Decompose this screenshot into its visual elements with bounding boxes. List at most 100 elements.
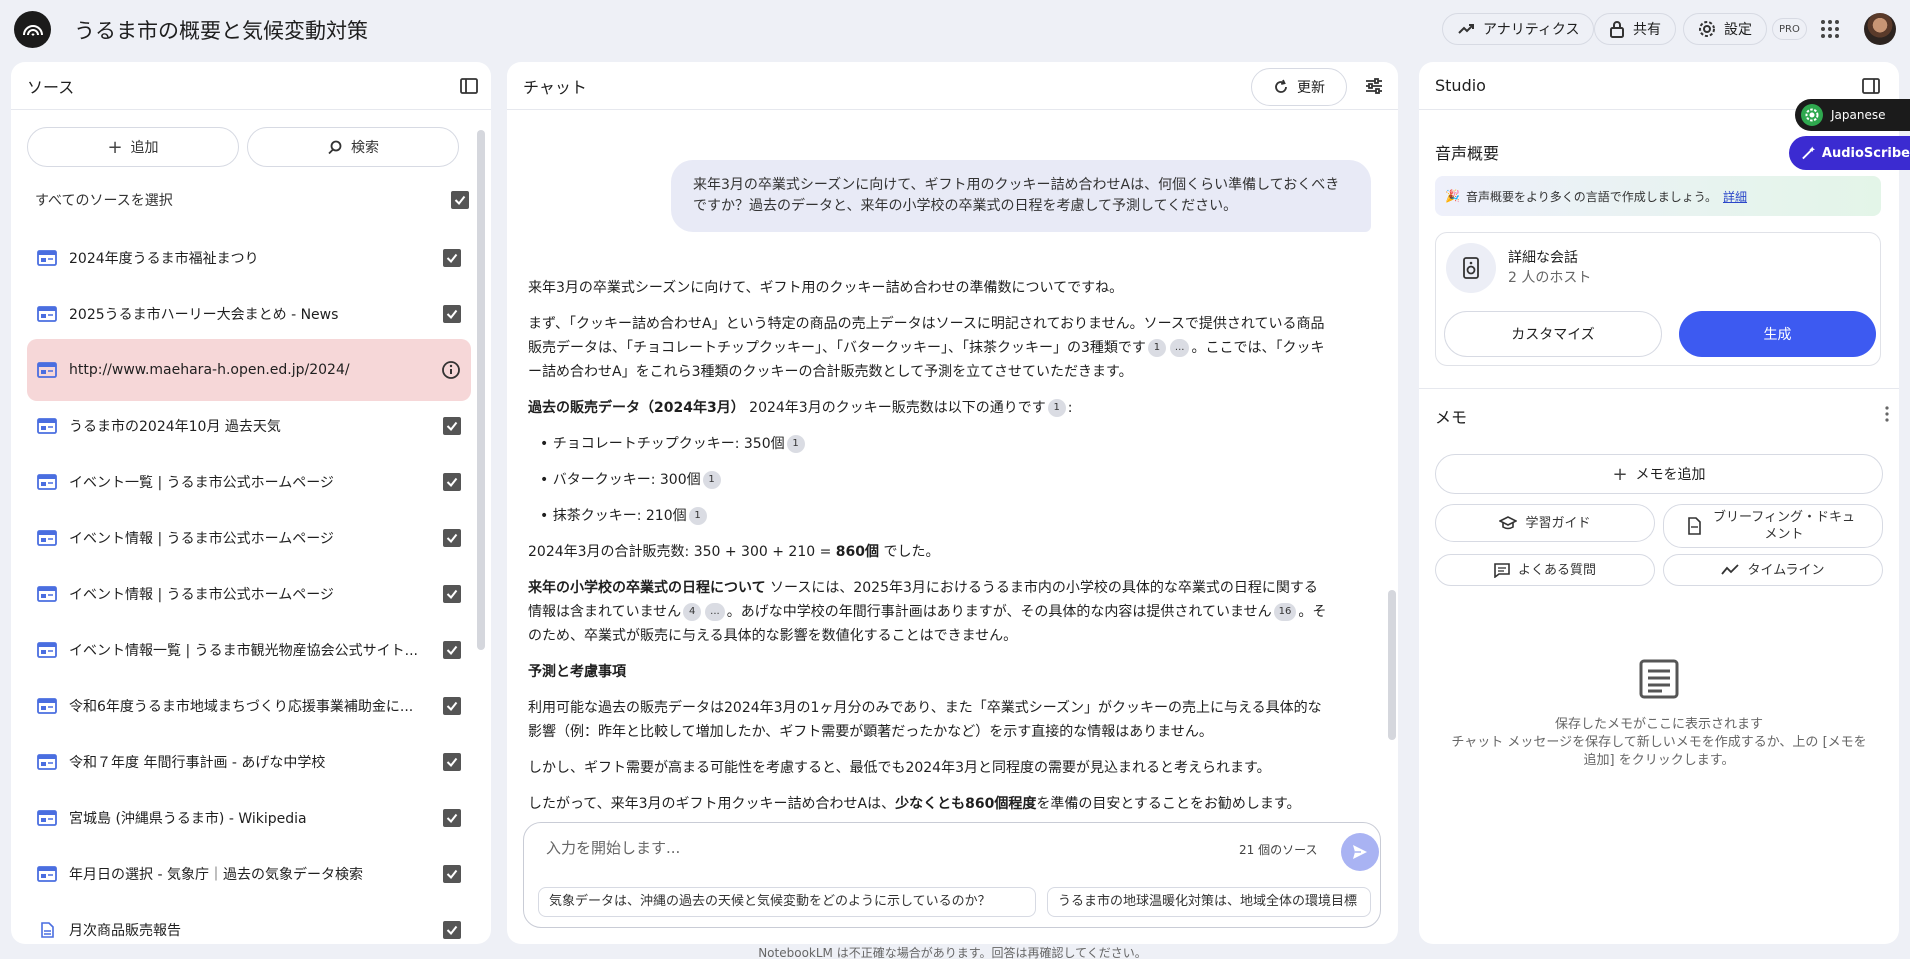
source-item[interactable]: 宮城島 (沖縄県うるま市) - Wikipedia bbox=[27, 790, 471, 846]
answer-text: でした。 bbox=[879, 544, 940, 560]
source-checkbox[interactable] bbox=[443, 249, 461, 267]
source-label: 2025うるま市ハーリー大会まとめ - News bbox=[69, 307, 339, 323]
chat-scrollbar[interactable] bbox=[1388, 590, 1396, 740]
refresh-button[interactable]: 更新 bbox=[1251, 68, 1347, 106]
source-checkbox[interactable] bbox=[443, 697, 461, 715]
refresh-label: 更新 bbox=[1297, 80, 1325, 96]
answer-text: 。あげな中学校の年間行事計画はありますが、その具体的な内容は提供されていません bbox=[726, 604, 1272, 620]
source-checkbox[interactable] bbox=[443, 865, 461, 883]
source-label: 令和７年度 年間行事計画 - あげな中学校 bbox=[69, 755, 326, 771]
briefing-doc-button[interactable]: ブリーフィング・ドキュメント bbox=[1663, 504, 1883, 548]
speaker-icon bbox=[1446, 243, 1496, 293]
citation-chip[interactable]: 1 bbox=[1147, 339, 1166, 357]
add-note-label: メモを追加 bbox=[1635, 467, 1706, 483]
citation-chip[interactable]: 4 bbox=[683, 603, 702, 621]
source-item[interactable]: うるま市の2024年10月 過去天気 bbox=[27, 398, 471, 454]
source-checkbox[interactable] bbox=[443, 753, 461, 771]
study-guide-button[interactable]: 学習ガイド bbox=[1435, 504, 1655, 542]
generate-button[interactable]: 生成 bbox=[1679, 311, 1876, 357]
chat-composer: 入力を開始します... 21 個のソース 気象データは、沖縄の過去の天候と気候変… bbox=[523, 822, 1381, 928]
source-checkbox[interactable] bbox=[443, 305, 461, 323]
discover-sources-button[interactable]: 検索 bbox=[247, 127, 459, 167]
web-source-icon bbox=[37, 754, 57, 770]
tune-icon[interactable] bbox=[1362, 74, 1386, 98]
source-checkbox[interactable] bbox=[443, 921, 461, 939]
source-checkbox[interactable] bbox=[443, 473, 461, 491]
source-checkbox[interactable] bbox=[443, 529, 461, 547]
answer-text: • バタークッキー: 300個 bbox=[540, 472, 701, 488]
info-icon[interactable] bbox=[439, 358, 463, 382]
graduation-cap-icon bbox=[1499, 516, 1518, 530]
citation-chip[interactable]: 16 bbox=[1273, 603, 1297, 621]
japanese-extension-label: Japanese bbox=[1831, 108, 1886, 122]
settings-button[interactable]: 設定 bbox=[1683, 13, 1767, 45]
section-divider bbox=[1419, 388, 1899, 389]
studio-panel: Studio 音声概要 🎉 音声概要をより多くの言語で作成しましょう。 詳細 詳… bbox=[1419, 62, 1899, 944]
answer-paragraph: まず、「クッキー詰め合わせA」という特定の商品の売上データはソースに明記されてお… bbox=[528, 312, 1328, 384]
source-count: 21 個のソース bbox=[1239, 843, 1318, 857]
citation-chip[interactable]: 1 bbox=[1047, 399, 1066, 417]
customize-button[interactable]: カスタマイズ bbox=[1444, 311, 1662, 357]
source-label: http://www.maehara-h.open.ed.jp/2024/ bbox=[69, 362, 350, 378]
source-item[interactable]: イベント情報 | うるま市公式ホームページ bbox=[27, 510, 471, 566]
source-item[interactable]: 令和７年度 年間行事計画 - あげな中学校 bbox=[27, 734, 471, 790]
timeline-label: タイムライン bbox=[1747, 562, 1825, 578]
source-label: 令和6年度うるま市地域まちづくり応援事業補助金に... bbox=[69, 699, 414, 715]
japanese-extension-button[interactable]: Japanese bbox=[1795, 99, 1910, 131]
citation-more-chip[interactable]: ... bbox=[1169, 339, 1190, 357]
source-item[interactable]: 2025うるま市ハーリー大会まとめ - News bbox=[27, 286, 471, 342]
source-item[interactable]: 令和6年度うるま市地域まちづくり応援事業補助金に... bbox=[27, 678, 471, 734]
faq-label: よくある質問 bbox=[1517, 562, 1596, 578]
faq-button[interactable]: よくある質問 bbox=[1435, 554, 1655, 586]
empty-title: 保存したメモがここに表示されます bbox=[1554, 717, 1763, 732]
web-source-icon bbox=[37, 418, 57, 434]
user-avatar[interactable] bbox=[1864, 13, 1896, 45]
source-item-selected[interactable]: http://www.maehara-h.open.ed.jp/2024/ bbox=[27, 339, 471, 401]
answer-paragraph: 来年3月の卒業式シーズンに向けて、ギフト用のクッキー詰め合わせの準備数についてで… bbox=[528, 280, 1124, 296]
source-item[interactable]: イベント情報 | うるま市公式ホームページ bbox=[27, 566, 471, 622]
lock-icon bbox=[1610, 21, 1624, 38]
add-source-button[interactable]: + 追加 bbox=[27, 127, 239, 167]
audioscribe-extension-button[interactable]: AudioScribe bbox=[1789, 136, 1910, 170]
source-checkbox[interactable] bbox=[443, 641, 461, 659]
magic-wand-icon bbox=[1802, 146, 1815, 160]
citation-chip[interactable]: 1 bbox=[702, 471, 721, 489]
source-label: イベント一覧 | うるま市公式ホームページ bbox=[69, 475, 334, 491]
answer-text: • 抹茶クッキー: 210個 bbox=[540, 508, 687, 524]
source-label: 宮城島 (沖縄県うるま市) - Wikipedia bbox=[69, 811, 307, 827]
source-checkbox[interactable] bbox=[443, 585, 461, 603]
suggested-question[interactable]: 気象データは、沖縄の過去の天候と気候変動をどのように示しているのか？ bbox=[538, 887, 1036, 917]
apps-grid-icon[interactable] bbox=[1820, 19, 1840, 39]
source-item[interactable]: イベント一覧 | うるま市公式ホームページ bbox=[27, 454, 471, 510]
collapse-panel-icon[interactable] bbox=[457, 74, 481, 98]
notebook-title[interactable]: うるま市の概要と気候変動対策 bbox=[74, 15, 368, 45]
banner-details-link[interactable]: 詳細 bbox=[1723, 188, 1747, 205]
gear-icon bbox=[1699, 21, 1715, 37]
citation-more-chip[interactable]: ... bbox=[705, 603, 725, 621]
source-item[interactable]: イベント情報一覧 | うるま市観光物産協会公式サイト... bbox=[27, 622, 471, 678]
timeline-button[interactable]: タイムライン bbox=[1663, 554, 1883, 586]
select-all-checkbox[interactable] bbox=[451, 191, 469, 209]
add-note-button[interactable]: + メモを追加 bbox=[1435, 454, 1883, 494]
chat-input[interactable]: 入力を開始します... bbox=[546, 837, 680, 858]
send-button[interactable] bbox=[1341, 833, 1379, 871]
source-checkbox[interactable] bbox=[443, 417, 461, 435]
more-vert-icon[interactable] bbox=[1875, 402, 1899, 426]
answer-bullet: • バタークッキー: 300個 1 bbox=[528, 468, 1328, 492]
collapse-studio-icon[interactable] bbox=[1859, 74, 1883, 98]
citation-chip[interactable]: 1 bbox=[786, 435, 805, 453]
citation-chip[interactable]: 1 bbox=[688, 507, 707, 525]
answer-paragraph: しかし、ギフト需要が高まる可能性を考慮すると、最低でも2024年3月と同程度の需… bbox=[528, 760, 1271, 776]
answer-emphasis: 860個 bbox=[835, 544, 879, 560]
source-item[interactable]: 2024年度うるま市福祉まつり bbox=[27, 230, 471, 286]
share-button[interactable]: 共有 bbox=[1594, 13, 1676, 45]
suggested-question[interactable]: うるま市の地球温暖化対策は、地域全体の環境目標 bbox=[1047, 887, 1371, 917]
discover-label: 検索 bbox=[351, 140, 379, 156]
source-item[interactable]: 年月日の選択 - 気象庁｜過去の気象データ検索 bbox=[27, 846, 471, 902]
notebooklm-logo-icon[interactable] bbox=[14, 11, 51, 48]
sources-scrollbar[interactable] bbox=[477, 130, 485, 650]
analytics-button[interactable]: アナリティクス bbox=[1442, 13, 1595, 45]
audioscribe-label: AudioScribe bbox=[1821, 145, 1910, 161]
source-item[interactable]: 月次商品販売報告 bbox=[27, 902, 471, 944]
source-checkbox[interactable] bbox=[443, 809, 461, 827]
